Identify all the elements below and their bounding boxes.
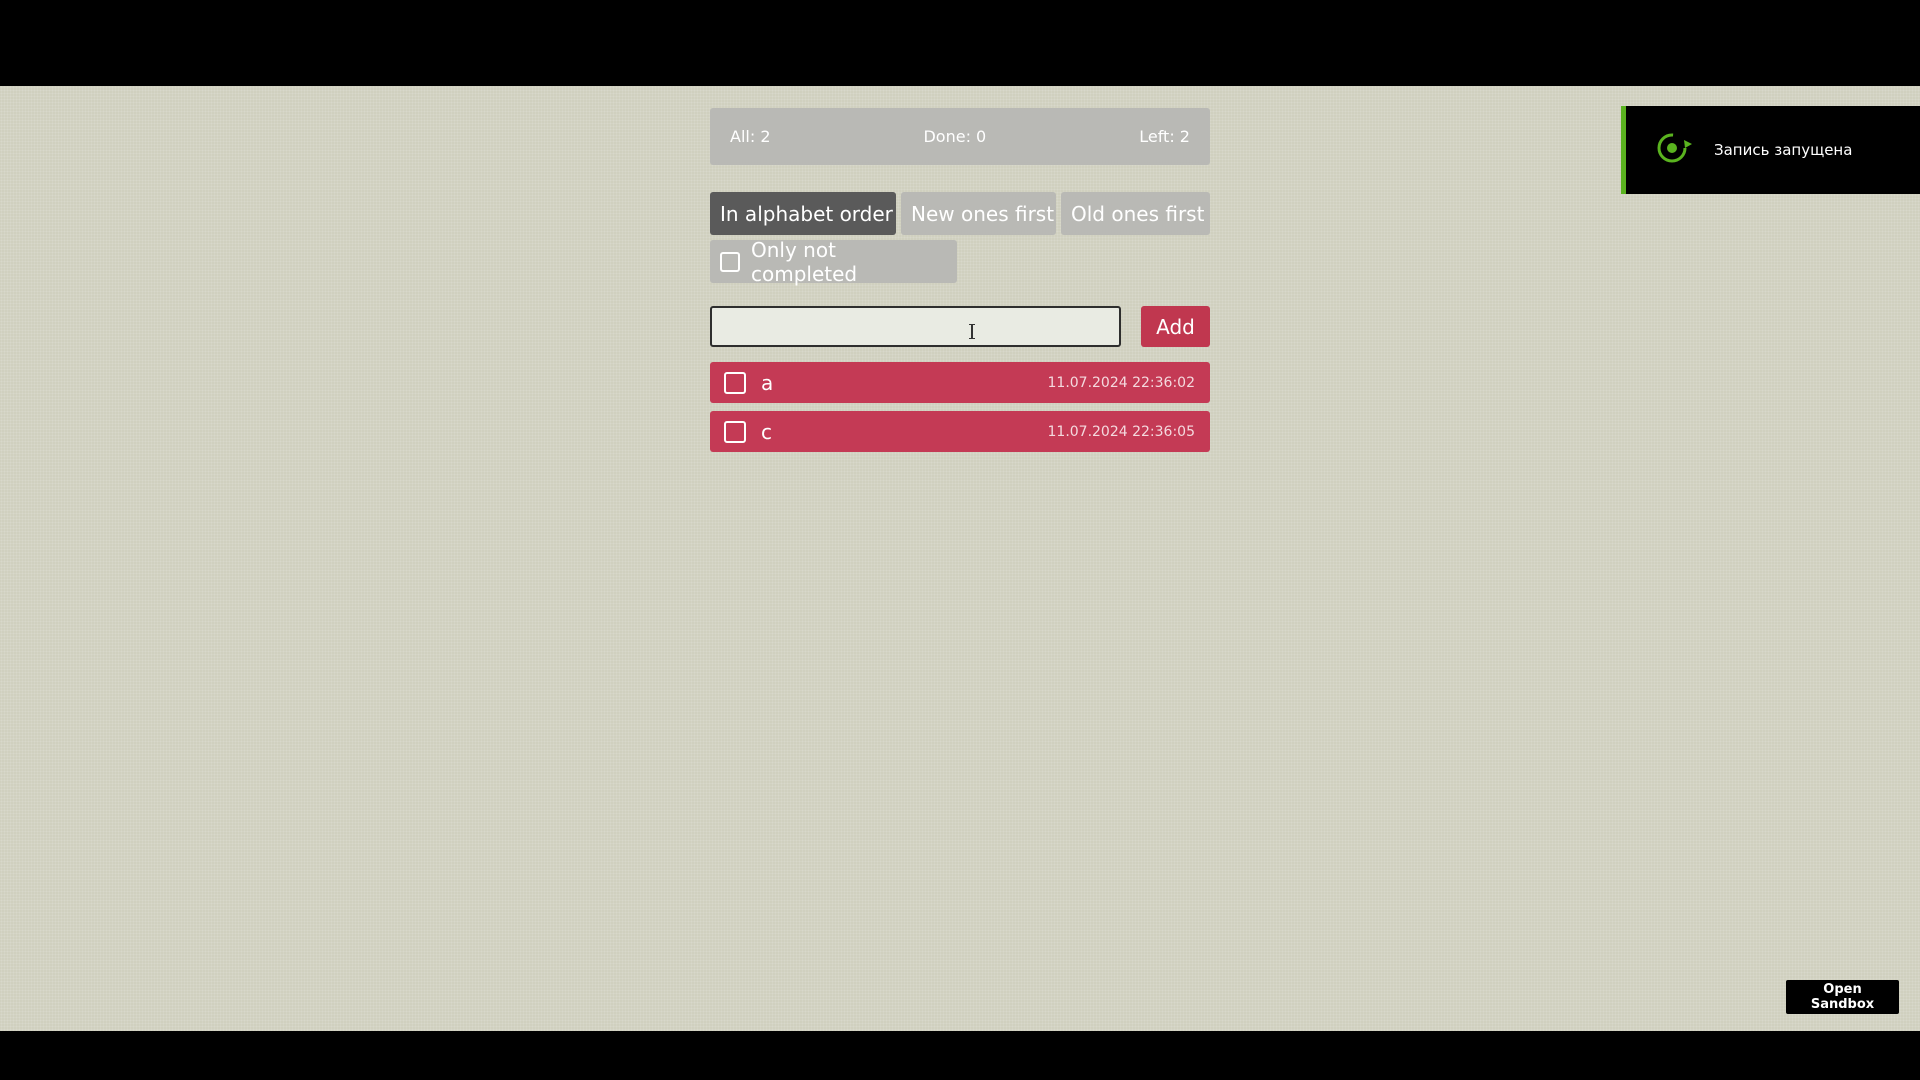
notification-text: Запись запущена [1714,141,1853,159]
task-date: 11.07.2024 22:36:02 [1047,374,1196,391]
add-button[interactable]: Add [1141,306,1210,347]
text-cursor-icon [969,324,975,339]
app-background: All: 2 Done: 0 Left: 2 In alphabet order… [0,86,1920,1031]
sort-old-first-button[interactable]: Old ones first [1061,192,1210,235]
task-list: a 11.07.2024 22:36:02 c 11.07.2024 22:36… [710,362,1210,452]
task-checkbox[interactable] [724,371,746,394]
new-task-input[interactable] [710,306,1121,347]
stats-bar: All: 2 Done: 0 Left: 2 [710,108,1210,165]
filter-checkbox[interactable] [720,251,740,272]
sort-new-first-button[interactable]: New ones first [901,192,1056,235]
open-sandbox-button[interactable]: Open Sandbox [1786,980,1899,1014]
sort-controls: In alphabet order New ones first Old one… [710,192,1210,235]
task-text: a [761,370,774,395]
task-checkbox[interactable] [724,420,746,443]
recording-notification: Запись запущена [1621,106,1920,194]
task-item: c 11.07.2024 22:36:05 [710,411,1210,452]
filter-label: Only not completed [751,237,858,286]
todo-app: All: 2 Done: 0 Left: 2 In alphabet order… [710,108,1210,460]
stat-all: All: 2 [730,127,771,146]
record-icon [1626,128,1694,172]
only-not-completed-filter[interactable]: Only not completed [710,237,957,286]
stat-done: Done: 0 [923,127,987,146]
stat-left: Left: 2 [1139,127,1190,146]
add-task-form: Add [710,306,1210,347]
task-text: c [761,419,772,444]
sort-alphabet-button[interactable]: In alphabet order [710,192,896,235]
task-date: 11.07.2024 22:36:05 [1047,423,1196,440]
task-item: a 11.07.2024 22:36:02 [710,362,1210,403]
